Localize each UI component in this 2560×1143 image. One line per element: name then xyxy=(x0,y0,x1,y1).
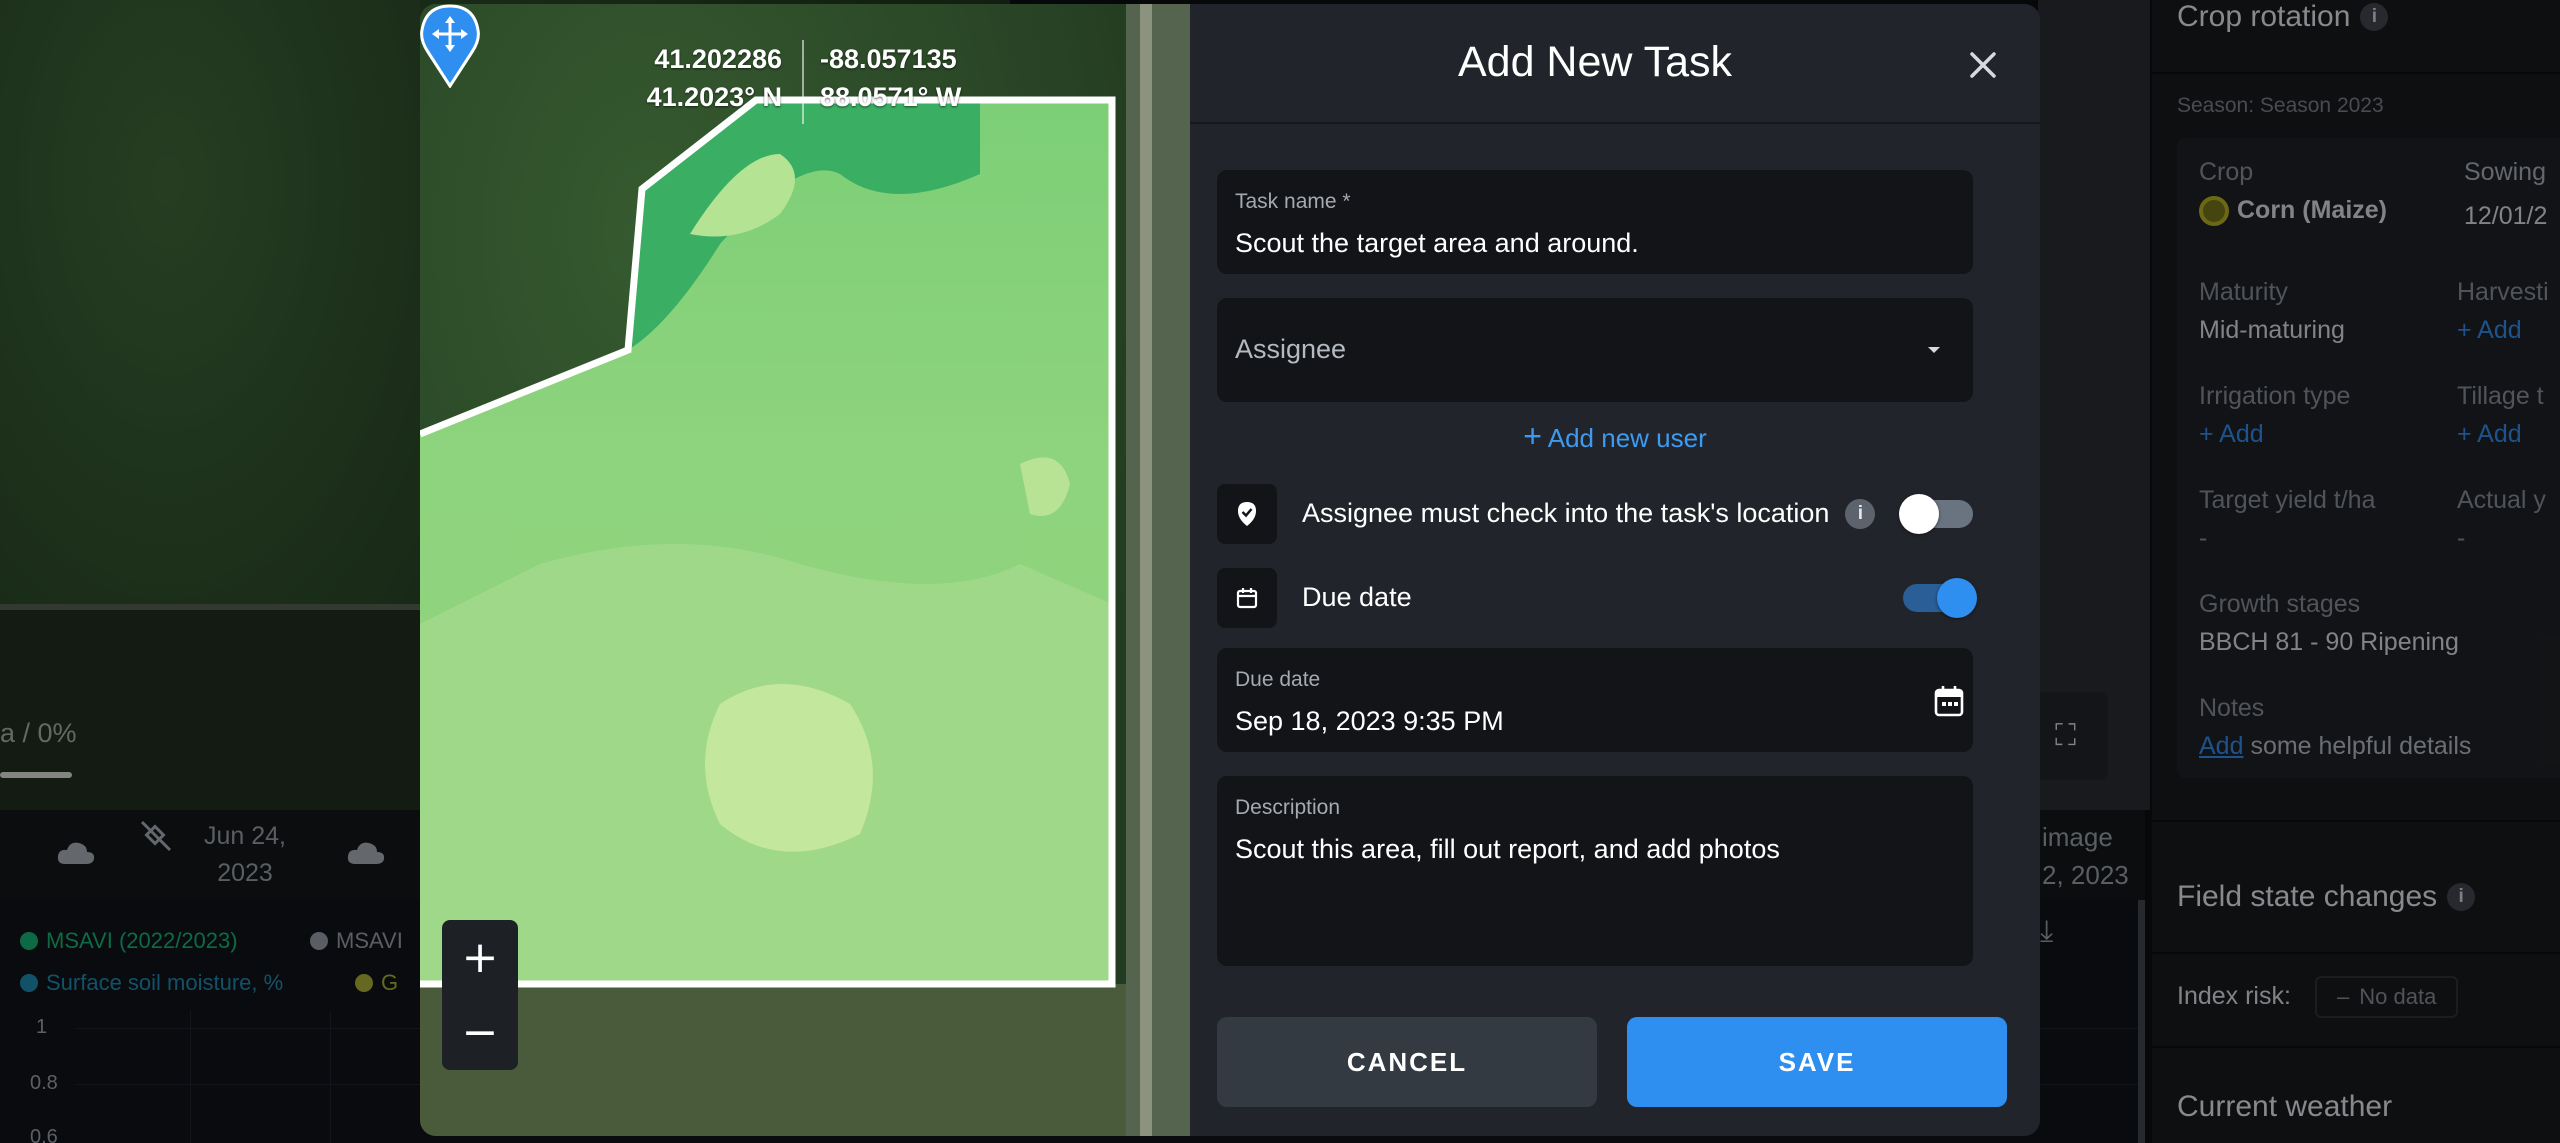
close-button[interactable] xyxy=(1960,42,2006,88)
task-name-label: Task name * xyxy=(1235,190,1351,213)
info-icon[interactable]: i xyxy=(1845,498,1876,529)
due-date-value: Sep 18, 2023 9:35 PM xyxy=(1235,706,1504,736)
assignee-select[interactable]: Assignee xyxy=(1217,298,1973,402)
description-textarea[interactable]: Description Scout this area, fill out re… xyxy=(1217,776,1973,966)
cancel-button[interactable]: CANCEL xyxy=(1217,1017,1597,1107)
move-marker-icon[interactable] xyxy=(420,4,480,88)
checkin-option: Assignee must check into the task's loca… xyxy=(1217,484,1973,544)
checkin-toggle[interactable] xyxy=(1899,494,1973,534)
add-task-dialog: 41.202286 41.2023° N -88.057135 88.0571°… xyxy=(420,4,2040,1136)
add-new-user-text: Add new user xyxy=(1547,423,1707,453)
description-value: Scout this area, fill out report, and ad… xyxy=(1235,834,1780,864)
dialog-header: Add New Task xyxy=(1190,4,2040,124)
task-location-map[interactable]: 41.202286 41.2023° N -88.057135 88.0571°… xyxy=(420,4,1190,1136)
coordinate-lat: 41.202286 41.2023° N xyxy=(510,40,782,116)
lon-decimal: -88.057135 xyxy=(820,44,957,74)
zoom-controls: + − xyxy=(442,920,518,1070)
assignee-placeholder: Assignee xyxy=(1235,334,1347,364)
dialog-title: Add New Task xyxy=(1457,38,1733,86)
task-form: Add New Task Task name * Scout the targe… xyxy=(1190,4,2040,1136)
road-edge xyxy=(1140,4,1152,1136)
lon-dms: 88.0571° W xyxy=(820,82,962,112)
checkin-label-text: Assignee must check into the task's loca… xyxy=(1302,498,1830,528)
task-name-value: Scout the target area and around. xyxy=(1235,228,1639,258)
toggle-knob xyxy=(1937,578,1977,618)
coordinate-divider xyxy=(802,40,804,124)
calendar-picker-icon[interactable] xyxy=(1933,684,1965,718)
crop-rows xyxy=(420,984,1190,1136)
calendar-icon xyxy=(1217,568,1277,628)
plus-icon: + xyxy=(1523,418,1542,454)
coordinate-lon: -88.057135 88.0571° W xyxy=(820,40,1022,116)
zoom-out-button[interactable]: − xyxy=(442,995,518,1070)
lat-dms: 41.2023° N xyxy=(646,82,782,112)
add-new-user-link[interactable]: + Add new user xyxy=(1190,418,2040,455)
checkin-label: Assignee must check into the task's loca… xyxy=(1302,498,1876,529)
description-label: Description xyxy=(1235,796,1341,819)
due-date-toggle-label: Due date xyxy=(1302,582,1412,613)
close-icon xyxy=(1970,52,1996,78)
due-date-toggle-text: Due date xyxy=(1302,582,1412,612)
toggle-knob xyxy=(1899,494,1939,534)
farm-road xyxy=(1126,4,1190,1136)
low-index-zone xyxy=(705,684,873,852)
save-button[interactable]: SAVE xyxy=(1627,1017,2007,1107)
lat-decimal: 41.202286 xyxy=(654,44,782,74)
field-map-svg xyxy=(420,4,1190,1136)
due-date-toggle[interactable] xyxy=(1903,578,1977,618)
due-date-option: Due date xyxy=(1217,568,1977,628)
due-date-label: Due date xyxy=(1235,668,1321,691)
due-date-input[interactable]: Due date Sep 18, 2023 9:35 PM xyxy=(1217,648,1973,752)
location-shield-icon xyxy=(1217,484,1277,544)
task-name-input[interactable]: Task name * Scout the target area and ar… xyxy=(1217,170,1973,274)
dropdown-arrow-icon xyxy=(1928,347,1940,353)
zoom-in-button[interactable]: + xyxy=(442,920,518,995)
